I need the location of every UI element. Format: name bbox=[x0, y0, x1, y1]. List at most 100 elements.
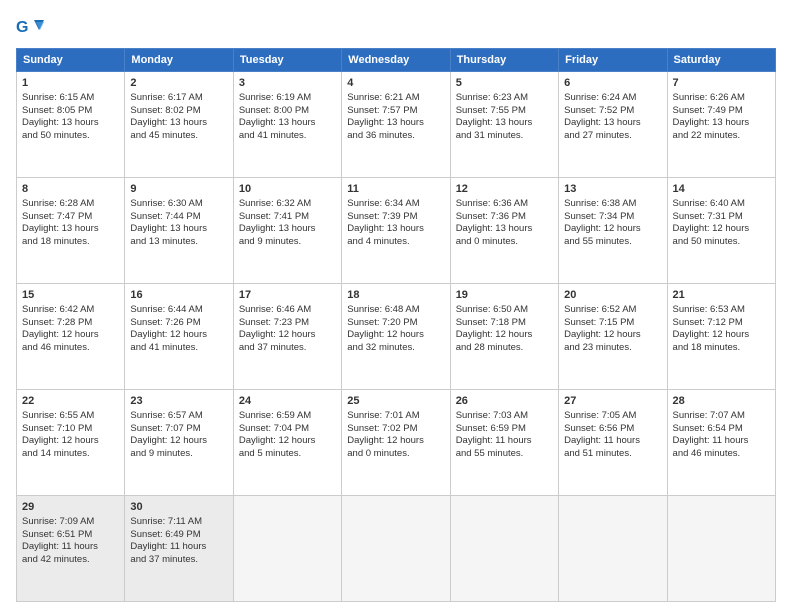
logo-icon: G bbox=[16, 16, 44, 38]
day-info-line: and 9 minutes. bbox=[130, 448, 227, 461]
day-info-line: Sunrise: 7:03 AM bbox=[456, 410, 553, 423]
day-info-line: Sunrise: 6:59 AM bbox=[239, 410, 336, 423]
day-number: 23 bbox=[130, 394, 227, 409]
svg-text:G: G bbox=[16, 19, 28, 36]
day-number: 14 bbox=[673, 182, 770, 197]
day-info-line: Sunset: 7:07 PM bbox=[130, 423, 227, 436]
calendar-cell: 30Sunrise: 7:11 AMSunset: 6:49 PMDayligh… bbox=[125, 496, 233, 602]
calendar-cell: 17Sunrise: 6:46 AMSunset: 7:23 PMDayligh… bbox=[233, 284, 341, 390]
day-number: 26 bbox=[456, 394, 553, 409]
day-info-line: Daylight: 12 hours bbox=[673, 329, 770, 342]
calendar-cell bbox=[559, 496, 667, 602]
calendar-cell: 23Sunrise: 6:57 AMSunset: 7:07 PMDayligh… bbox=[125, 390, 233, 496]
day-info-line: Daylight: 13 hours bbox=[239, 117, 336, 130]
calendar-cell: 19Sunrise: 6:50 AMSunset: 7:18 PMDayligh… bbox=[450, 284, 558, 390]
day-info-line: Sunrise: 6:28 AM bbox=[22, 198, 119, 211]
day-info-line: Daylight: 12 hours bbox=[239, 435, 336, 448]
day-info-line: Sunrise: 6:53 AM bbox=[673, 304, 770, 317]
day-info-line: Sunrise: 6:23 AM bbox=[456, 92, 553, 105]
day-info-line: Daylight: 12 hours bbox=[456, 329, 553, 342]
day-info-line: and 13 minutes. bbox=[130, 236, 227, 249]
day-number: 28 bbox=[673, 394, 770, 409]
day-number: 24 bbox=[239, 394, 336, 409]
day-info-line: and 50 minutes. bbox=[22, 130, 119, 143]
day-number: 19 bbox=[456, 288, 553, 303]
day-info-line: Daylight: 13 hours bbox=[130, 223, 227, 236]
day-info-line: and 31 minutes. bbox=[456, 130, 553, 143]
day-info-line: and 41 minutes. bbox=[239, 130, 336, 143]
day-info-line: and 18 minutes. bbox=[22, 236, 119, 249]
day-info-line: Daylight: 13 hours bbox=[22, 223, 119, 236]
day-info-line: Sunrise: 6:57 AM bbox=[130, 410, 227, 423]
day-info-line: and 45 minutes. bbox=[130, 130, 227, 143]
day-info-line: and 27 minutes. bbox=[564, 130, 661, 143]
calendar-cell: 12Sunrise: 6:36 AMSunset: 7:36 PMDayligh… bbox=[450, 178, 558, 284]
day-info-line: Daylight: 13 hours bbox=[347, 117, 444, 130]
day-info-line: Sunrise: 6:55 AM bbox=[22, 410, 119, 423]
weekday-header: Thursday bbox=[450, 49, 558, 72]
day-info-line: Sunset: 7:57 PM bbox=[347, 105, 444, 118]
day-info-line: Sunrise: 6:52 AM bbox=[564, 304, 661, 317]
day-number: 21 bbox=[673, 288, 770, 303]
day-number: 29 bbox=[22, 500, 119, 515]
day-info-line: Sunrise: 6:21 AM bbox=[347, 92, 444, 105]
day-info-line: Sunrise: 6:19 AM bbox=[239, 92, 336, 105]
day-info-line: Sunset: 7:52 PM bbox=[564, 105, 661, 118]
calendar-cell: 1Sunrise: 6:15 AMSunset: 8:05 PMDaylight… bbox=[17, 72, 125, 178]
day-info-line: Sunrise: 6:46 AM bbox=[239, 304, 336, 317]
day-info-line: Sunset: 7:15 PM bbox=[564, 317, 661, 330]
day-info-line: Daylight: 12 hours bbox=[130, 435, 227, 448]
day-info-line: Sunrise: 7:11 AM bbox=[130, 516, 227, 529]
day-number: 20 bbox=[564, 288, 661, 303]
day-info-line: and 51 minutes. bbox=[564, 448, 661, 461]
calendar-cell: 26Sunrise: 7:03 AMSunset: 6:59 PMDayligh… bbox=[450, 390, 558, 496]
day-info-line: Daylight: 12 hours bbox=[673, 223, 770, 236]
day-number: 9 bbox=[130, 182, 227, 197]
day-info-line: and 23 minutes. bbox=[564, 342, 661, 355]
day-number: 22 bbox=[22, 394, 119, 409]
calendar-cell bbox=[233, 496, 341, 602]
day-info-line: Sunset: 7:02 PM bbox=[347, 423, 444, 436]
day-info-line: Sunset: 6:54 PM bbox=[673, 423, 770, 436]
calendar-cell: 6Sunrise: 6:24 AMSunset: 7:52 PMDaylight… bbox=[559, 72, 667, 178]
day-info-line: and 37 minutes. bbox=[130, 554, 227, 567]
day-info-line: Sunrise: 7:07 AM bbox=[673, 410, 770, 423]
day-info-line: Daylight: 13 hours bbox=[564, 117, 661, 130]
day-info-line: Daylight: 12 hours bbox=[22, 329, 119, 342]
day-info-line: Sunset: 8:05 PM bbox=[22, 105, 119, 118]
day-info-line: Daylight: 11 hours bbox=[130, 541, 227, 554]
logo: G bbox=[16, 16, 46, 38]
day-info-line: Daylight: 13 hours bbox=[456, 117, 553, 130]
calendar-cell: 15Sunrise: 6:42 AMSunset: 7:28 PMDayligh… bbox=[17, 284, 125, 390]
calendar-cell: 21Sunrise: 6:53 AMSunset: 7:12 PMDayligh… bbox=[667, 284, 775, 390]
day-number: 25 bbox=[347, 394, 444, 409]
day-info-line: Sunset: 7:55 PM bbox=[456, 105, 553, 118]
day-info-line: Sunrise: 6:48 AM bbox=[347, 304, 444, 317]
day-info-line: and 50 minutes. bbox=[673, 236, 770, 249]
week-row: 1Sunrise: 6:15 AMSunset: 8:05 PMDaylight… bbox=[17, 72, 776, 178]
day-info-line: and 55 minutes. bbox=[456, 448, 553, 461]
day-info-line: Sunset: 7:39 PM bbox=[347, 211, 444, 224]
day-info-line: and 0 minutes. bbox=[456, 236, 553, 249]
day-info-line: and 0 minutes. bbox=[347, 448, 444, 461]
calendar-cell: 18Sunrise: 6:48 AMSunset: 7:20 PMDayligh… bbox=[342, 284, 450, 390]
weekday-header: Saturday bbox=[667, 49, 775, 72]
day-number: 17 bbox=[239, 288, 336, 303]
day-number: 6 bbox=[564, 76, 661, 91]
day-number: 27 bbox=[564, 394, 661, 409]
day-number: 15 bbox=[22, 288, 119, 303]
weekday-header: Friday bbox=[559, 49, 667, 72]
day-info-line: Sunrise: 7:09 AM bbox=[22, 516, 119, 529]
day-number: 8 bbox=[22, 182, 119, 197]
day-number: 12 bbox=[456, 182, 553, 197]
weekday-header: Sunday bbox=[17, 49, 125, 72]
day-number: 11 bbox=[347, 182, 444, 197]
day-info-line: Sunset: 7:23 PM bbox=[239, 317, 336, 330]
calendar: SundayMondayTuesdayWednesdayThursdayFrid… bbox=[16, 48, 776, 602]
day-info-line: and 37 minutes. bbox=[239, 342, 336, 355]
day-info-line: Sunset: 8:02 PM bbox=[130, 105, 227, 118]
calendar-cell: 8Sunrise: 6:28 AMSunset: 7:47 PMDaylight… bbox=[17, 178, 125, 284]
day-info-line: Daylight: 12 hours bbox=[564, 223, 661, 236]
day-info-line: Sunset: 7:10 PM bbox=[22, 423, 119, 436]
day-info-line: and 9 minutes. bbox=[239, 236, 336, 249]
